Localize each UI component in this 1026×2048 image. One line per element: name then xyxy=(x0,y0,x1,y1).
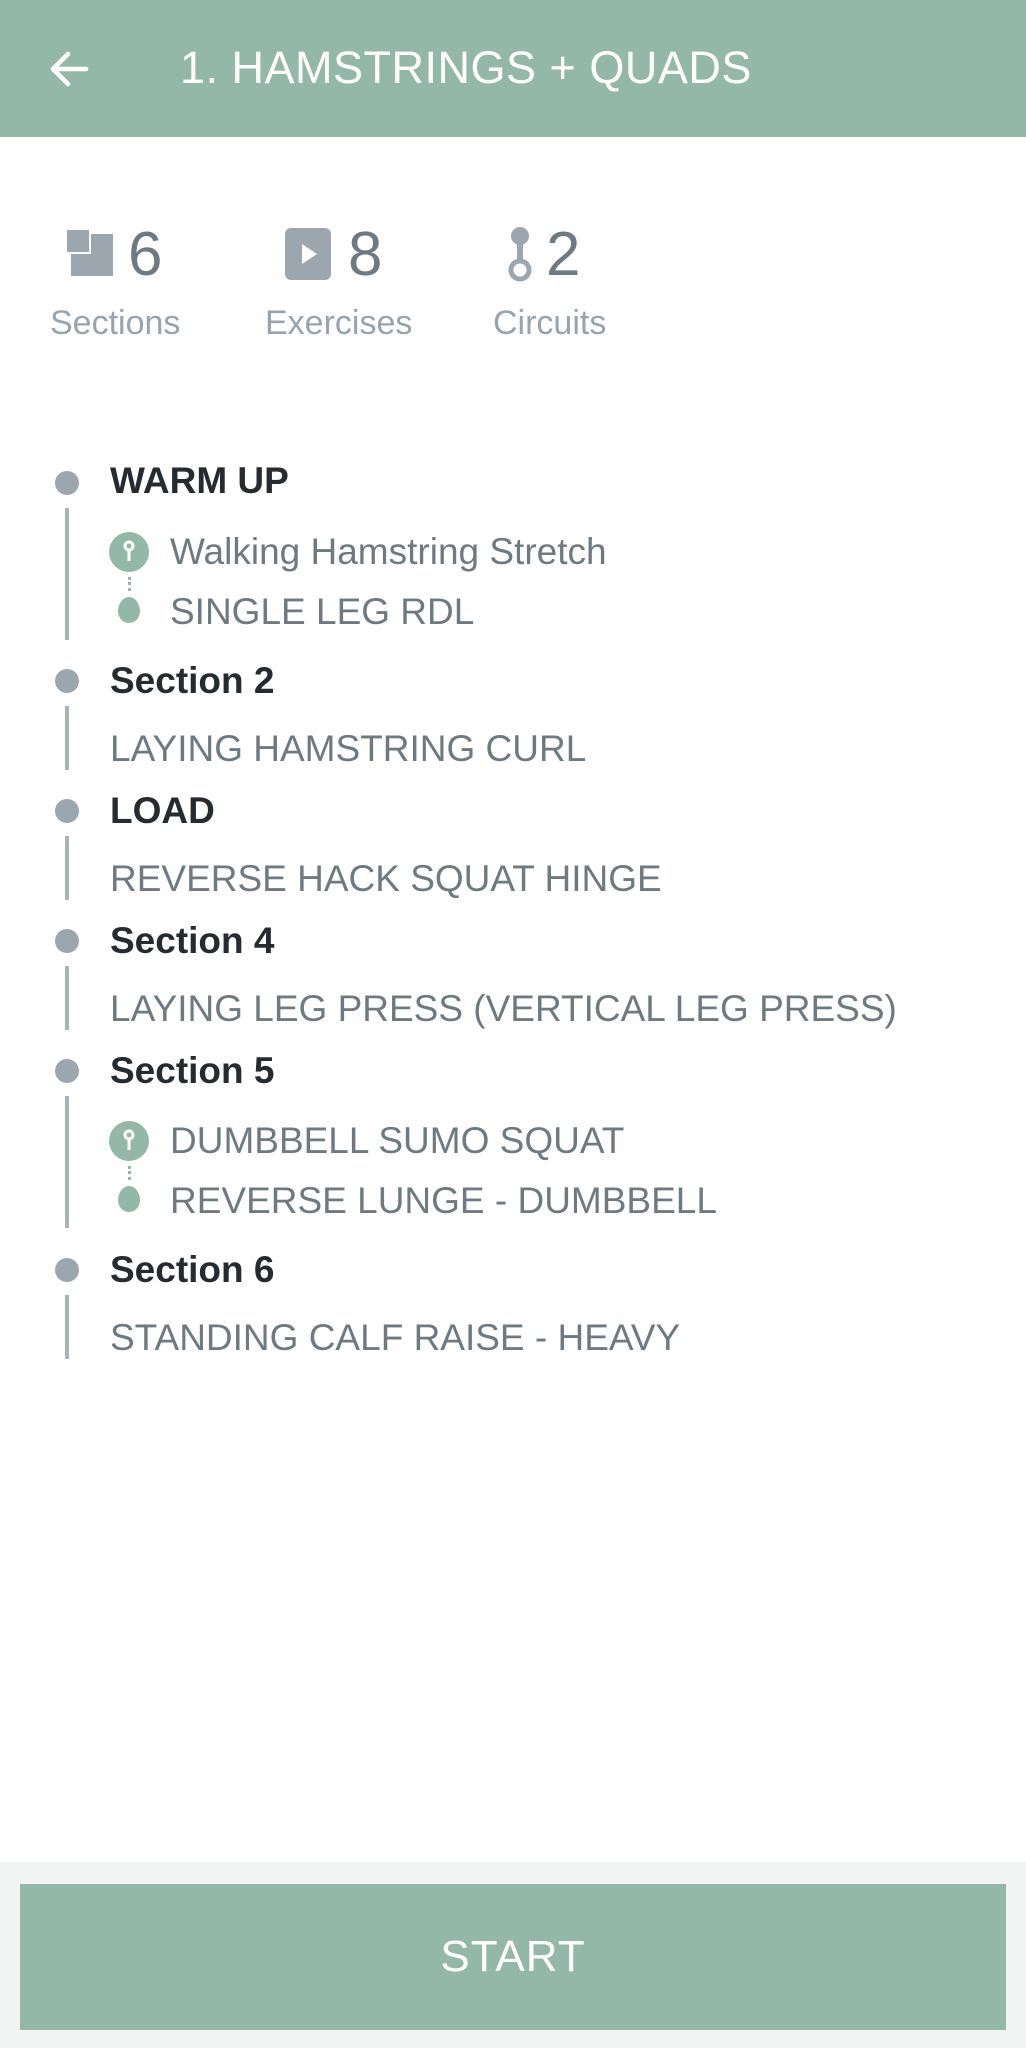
section-line xyxy=(65,966,69,1030)
section-title[interactable]: LOAD xyxy=(110,790,215,832)
section-dot xyxy=(55,471,79,495)
section-dot xyxy=(55,1059,79,1083)
section-dot xyxy=(55,929,79,953)
section-dot xyxy=(55,799,79,823)
section-title[interactable]: Section 4 xyxy=(110,920,275,962)
section-line xyxy=(65,508,69,640)
exercise-item[interactable]: REVERSE LUNGE - DUMBBELL xyxy=(170,1180,717,1222)
circuit-end-icon xyxy=(118,597,140,623)
exercise-item[interactable]: STANDING CALF RAISE - HEAVY xyxy=(110,1317,680,1359)
circuit-connector xyxy=(128,1166,134,1180)
exercise-item[interactable]: REVERSE HACK SQUAT HINGE xyxy=(110,858,662,900)
section-dot xyxy=(55,1258,79,1282)
section-line xyxy=(65,836,69,900)
circuit-end-icon xyxy=(118,1186,140,1212)
section-title[interactable]: Section 6 xyxy=(110,1249,275,1291)
section-title[interactable]: Section 5 xyxy=(110,1050,275,1092)
section-line xyxy=(65,706,69,770)
circuit-start-icon xyxy=(109,532,149,572)
exercise-item[interactable]: Walking Hamstring Stretch xyxy=(170,531,607,573)
section-line xyxy=(65,1295,69,1359)
section-dot xyxy=(55,669,79,693)
circuit-connector xyxy=(128,577,134,591)
exercise-item[interactable]: DUMBBELL SUMO SQUAT xyxy=(170,1120,624,1162)
section-title[interactable]: Section 2 xyxy=(110,660,275,702)
section-list: WARM UP Walking Hamstring Stretch SINGLE… xyxy=(0,0,1026,2048)
exercise-item[interactable]: LAYING LEG PRESS (VERTICAL LEG PRESS) xyxy=(110,988,897,1030)
section-title[interactable]: WARM UP xyxy=(110,460,289,502)
section-line xyxy=(65,1096,69,1228)
circuit-start-icon xyxy=(109,1121,149,1161)
exercise-item[interactable]: LAYING HAMSTRING CURL xyxy=(110,728,586,770)
exercise-item[interactable]: SINGLE LEG RDL xyxy=(170,591,474,633)
start-button[interactable]: START xyxy=(20,1884,1006,2030)
